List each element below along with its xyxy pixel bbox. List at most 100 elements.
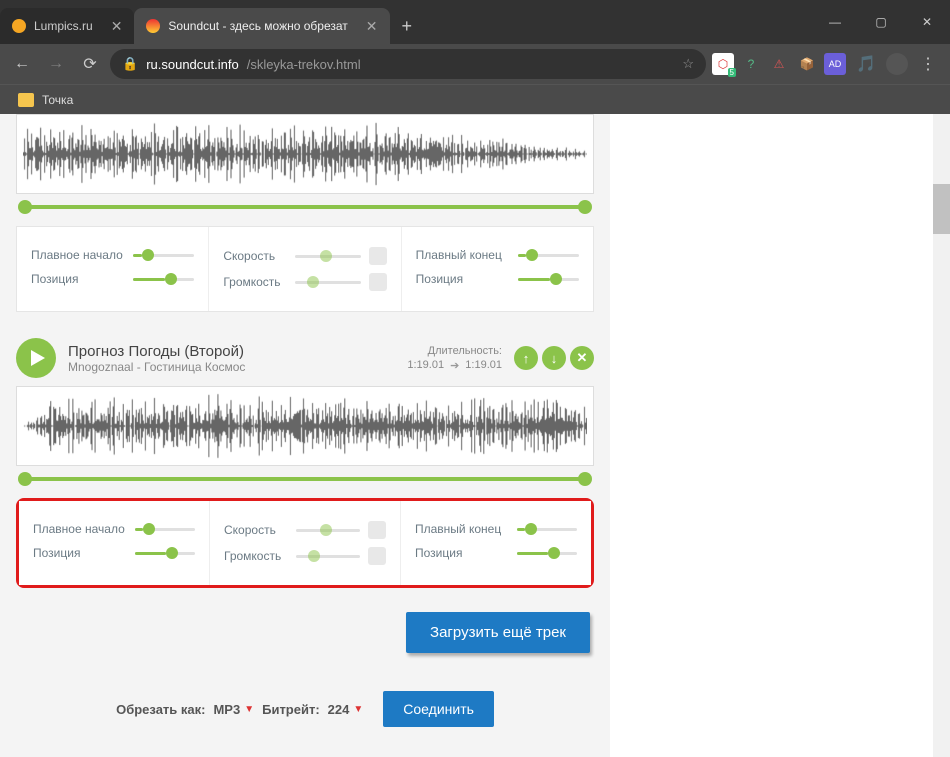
speed-reset-box[interactable]: [369, 247, 387, 265]
lock-icon: 🔒: [122, 56, 138, 72]
chevron-down-icon: ▼: [244, 704, 254, 715]
volume-slider[interactable]: [296, 548, 360, 564]
nav-forward-icon[interactable]: →: [42, 50, 70, 78]
track-artist: Mnogoznaal - Гостиница Космос: [68, 360, 395, 374]
track2-controls: Плавное начало Позиция Скорость Громкост…: [19, 501, 591, 585]
range-start-handle[interactable]: [18, 472, 32, 486]
mute-box[interactable]: [368, 547, 386, 565]
new-tab-button[interactable]: +: [390, 8, 425, 44]
range-end-handle[interactable]: [578, 472, 592, 486]
position-slider[interactable]: [133, 271, 194, 287]
bookmark-folder[interactable]: Точка: [42, 93, 73, 107]
play-button[interactable]: [16, 338, 56, 378]
position-slider-2[interactable]: [518, 271, 579, 287]
maximize-button[interactable]: ▢: [858, 0, 904, 44]
position-label: Позиция: [31, 272, 133, 286]
url-input[interactable]: 🔒 ru.soundcut.info/skleyka-trekov.html ☆: [110, 49, 706, 79]
extension-ad-icon[interactable]: AD: [824, 53, 846, 75]
position-label: Позиция: [33, 546, 135, 560]
position-label: Позиция: [415, 546, 517, 560]
fade-out-slider[interactable]: [517, 521, 577, 537]
mute-box[interactable]: [369, 273, 387, 291]
waveform-canvas: [23, 393, 587, 459]
bitrate-select[interactable]: 224▼: [328, 702, 364, 717]
speed-slider[interactable]: [296, 522, 360, 538]
fade-out-slider[interactable]: [518, 247, 579, 263]
fade-out-label: Плавный конец: [416, 248, 518, 262]
duration-to: 1:19.01: [465, 359, 502, 371]
track2-header: Прогноз Погоды (Второй) Mnogoznaal - Гос…: [16, 338, 594, 378]
position-slider-2[interactable]: [517, 545, 577, 561]
format-select[interactable]: MP3▼: [213, 702, 254, 717]
waveform-container-1[interactable]: [16, 114, 594, 194]
minimize-button[interactable]: —: [812, 0, 858, 44]
duration-from: 1:19.01: [407, 359, 444, 371]
favicon-soundcut: [146, 19, 160, 33]
waveform-container-2[interactable]: [16, 386, 594, 466]
cut-as-label: Обрезать как:: [116, 702, 205, 717]
fade-out-label: Плавный конец: [415, 522, 517, 536]
move-up-button[interactable]: ↑: [514, 346, 538, 370]
url-path: /skleyka-trekov.html: [247, 57, 361, 72]
right-empty-area: [610, 114, 950, 757]
tab-close-icon[interactable]: ✕: [366, 18, 378, 35]
main-content: Плавное начало Позиция Скорость Громкост…: [0, 114, 610, 757]
join-button[interactable]: Соединить: [383, 691, 494, 727]
url-host: ru.soundcut.info: [146, 57, 239, 72]
volume-slider[interactable]: [295, 274, 360, 290]
fade-in-label: Плавное начало: [31, 248, 133, 262]
track-title: Прогноз Погоды (Второй): [68, 343, 395, 360]
page-viewport: Плавное начало Позиция Скорость Громкост…: [0, 114, 950, 757]
window-controls: — ▢ ✕: [812, 0, 950, 44]
folder-icon: [18, 93, 34, 107]
speed-label: Скорость: [224, 523, 296, 537]
range-start-handle[interactable]: [18, 200, 32, 214]
track1-controls: Плавное начало Позиция Скорость Громкост…: [16, 226, 594, 312]
load-more-track-button[interactable]: Загрузить ещё трек: [406, 612, 590, 653]
range-end-handle[interactable]: [578, 200, 592, 214]
extension-box-icon[interactable]: 📦: [796, 53, 818, 75]
bitrate-label: Битрейт:: [262, 702, 320, 717]
window-titlebar: Lumpics.ru ✕ Soundcut - здесь можно обре…: [0, 0, 950, 44]
media-icon[interactable]: 🎵: [852, 50, 880, 78]
bookmarks-bar: Точка: [0, 84, 950, 114]
position-slider[interactable]: [135, 545, 195, 561]
tab-close-icon[interactable]: ✕: [111, 18, 123, 35]
position-label: Позиция: [416, 272, 518, 286]
volume-label: Громкость: [224, 549, 296, 563]
fade-in-label: Плавное начало: [33, 522, 135, 536]
delete-track-button[interactable]: ✕: [570, 346, 594, 370]
fade-in-slider[interactable]: [135, 521, 195, 537]
export-footer: Обрезать как: MP3▼ Битрейт: 224▼ Соедини…: [16, 683, 594, 727]
volume-label: Громкость: [223, 275, 295, 289]
window-close-button[interactable]: ✕: [904, 0, 950, 44]
browser-tab-soundcut[interactable]: Soundcut - здесь можно обрезат ✕: [134, 8, 389, 44]
bookmark-star-icon[interactable]: ☆: [682, 56, 694, 72]
chevron-down-icon: ▼: [353, 704, 363, 715]
timeline-range-2[interactable]: [16, 470, 594, 488]
waveform-canvas: [23, 121, 587, 187]
extension-warning-icon[interactable]: ⚠: [768, 53, 790, 75]
speed-label: Скорость: [223, 249, 295, 263]
page-scrollbar[interactable]: [933, 114, 950, 757]
move-down-button[interactable]: ↓: [542, 346, 566, 370]
browser-tab-lumpics[interactable]: Lumpics.ru ✕: [0, 8, 134, 44]
tab-title: Soundcut - здесь можно обрезат: [168, 19, 347, 33]
scrollbar-thumb[interactable]: [933, 184, 950, 234]
extension-icons: ⬡5 ? ⚠ 📦 AD 🎵 ⋮: [712, 50, 942, 78]
duration-label: Длительность:: [407, 345, 502, 357]
arrow-right-icon: ➔: [450, 359, 459, 372]
nav-back-icon[interactable]: ←: [8, 50, 36, 78]
speed-reset-box[interactable]: [368, 521, 386, 539]
menu-icon[interactable]: ⋮: [914, 50, 942, 78]
fade-in-slider[interactable]: [133, 247, 194, 263]
user-avatar-icon[interactable]: [886, 53, 908, 75]
reload-icon[interactable]: ⟳: [76, 50, 104, 78]
extension-adblock-icon[interactable]: ⬡5: [712, 53, 734, 75]
extension-help-icon[interactable]: ?: [740, 53, 762, 75]
favicon-lumpics: [12, 19, 26, 33]
timeline-range-1[interactable]: [16, 198, 594, 216]
speed-slider[interactable]: [295, 248, 360, 264]
tab-title: Lumpics.ru: [34, 19, 93, 33]
highlighted-controls-box: Плавное начало Позиция Скорость Громкост…: [16, 498, 594, 588]
